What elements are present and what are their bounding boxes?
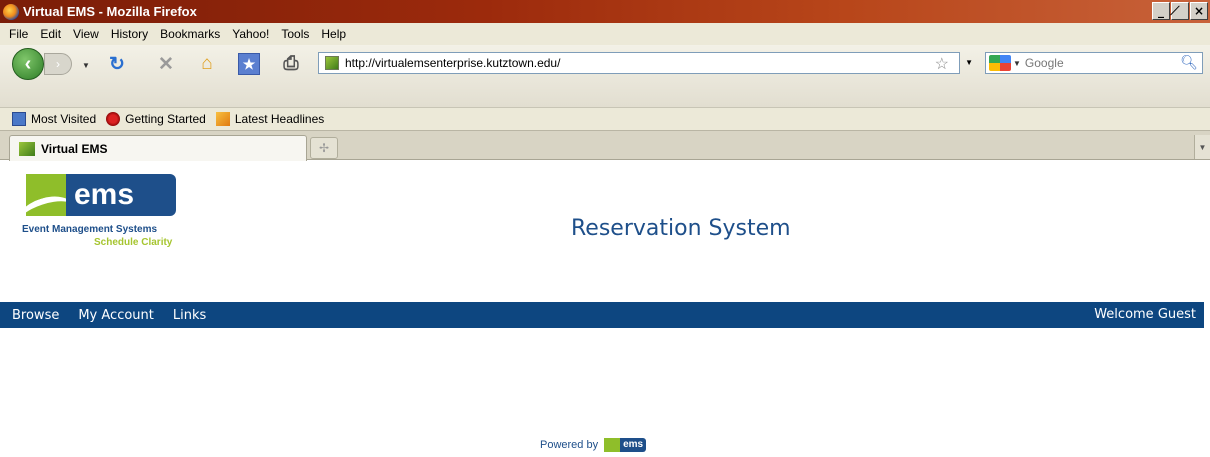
reload-icon[interactable]: ↻ [106,53,128,75]
window-titlebar: Virtual EMS - Mozilla Firefox _ ̸ × [0,0,1210,23]
most-visited-icon [12,112,26,126]
site-favicon-icon [325,56,339,70]
nav-link-my-account[interactable]: My Account [78,308,154,323]
logo-text: ems [66,174,176,216]
menu-help[interactable]: Help [321,27,346,41]
rss-feed-icon [215,112,230,126]
search-placeholder: Google [1024,56,1064,70]
search-engine-dropdown-icon[interactable]: ▼ [1013,59,1021,68]
bookmarks-toolbar: Most Visited Getting Started Latest Head… [0,107,1210,130]
footer-ems-logo[interactable]: ems [604,438,647,452]
menu-tools[interactable]: Tools [281,27,309,41]
close-button[interactable]: × [1190,2,1208,20]
url-text: http://virtualemsenterprise.kutztown.edu… [345,56,561,70]
bookmark-getting-started[interactable]: Getting Started [106,112,206,126]
site-nav-bar: Browse My Account Links Welcome Guest [0,302,1204,328]
menu-bookmarks[interactable]: Bookmarks [160,27,220,41]
bookmark-label: Getting Started [125,112,206,126]
forward-button[interactable]: › [44,53,72,75]
plus-icon: ✢ [318,141,330,155]
bookmark-page-star-icon[interactable]: ☆ [935,54,949,74]
ems-logo[interactable]: ems Event Management Systems Schedule Cl… [22,174,182,259]
stop-icon[interactable]: ✕ [155,53,177,75]
tab-list-dropdown-icon[interactable]: ▼ [1194,135,1210,159]
starburst-icon [26,174,66,216]
url-bar[interactable]: http://virtualemsenterprise.kutztown.edu… [318,52,973,74]
back-button[interactable]: ‹ [12,48,44,80]
menu-yahoo[interactable]: Yahoo! [232,27,269,41]
bookmark-star-icon[interactable]: ★ [238,53,260,75]
firefox-icon [3,3,19,20]
window-controls: _ ̸ × [1152,2,1208,20]
maximize-button[interactable]: ̸ [1171,2,1189,20]
tab-label: Virtual EMS [41,141,108,156]
footer-logo-text: ems [620,438,647,452]
back-arrow-icon: ‹ [24,52,32,75]
tab-strip: Virtual EMS ✢ ▼ [0,130,1210,161]
menu-edit[interactable]: Edit [40,27,61,41]
nav-link-links[interactable]: Links [173,308,206,323]
minimize-button[interactable]: _ [1152,2,1170,20]
history-dropdown-icon[interactable]: ▼ [82,61,90,70]
search-box[interactable]: ▼ Google 🔍︎ [985,52,1203,74]
nav-link-browse[interactable]: Browse [12,308,59,323]
bookmark-latest-headlines[interactable]: Latest Headlines [215,112,325,126]
print-icon[interactable]: ⎙ [280,53,302,75]
menu-bar: File Edit View History Bookmarks Yahoo! … [0,23,1210,45]
bookmark-most-visited[interactable]: Most Visited [12,112,96,126]
logo-subtitle: Event Management Systems [22,224,158,235]
menu-view[interactable]: View [73,27,99,41]
google-icon[interactable] [989,55,1011,71]
bookmark-label: Most Visited [31,112,97,126]
page-title: Reservation System [571,216,791,241]
bookmark-label: Latest Headlines [234,112,325,126]
tab-virtual-ems[interactable]: Virtual EMS [9,135,307,161]
url-dropdown-icon[interactable]: ▼ [965,58,973,67]
tab-favicon-icon [19,141,35,156]
home-icon[interactable]: ⌂ [196,53,218,75]
new-tab-button[interactable]: ✢ [310,137,338,159]
powered-by-footer: Powered by ems [540,438,647,452]
page-content: ems Event Management Systems Schedule Cl… [0,162,1210,457]
welcome-text: Welcome Guest [1094,307,1196,322]
navigation-toolbar: ‹ › ▼ ↻ ✕ ⌂ ★ ⎙ http://virtualemsenterpr… [0,45,1210,107]
powered-by-text: Powered by [540,439,599,451]
logo-mark: ems [26,174,176,216]
menu-file[interactable]: File [9,27,28,41]
getting-started-icon [106,112,121,126]
window-title: Virtual EMS - Mozilla Firefox [23,4,197,19]
logo-tagline: Schedule Clarity [94,237,173,248]
search-icon[interactable]: 🔍︎ [1180,54,1198,71]
menu-history[interactable]: History [111,27,148,41]
forward-arrow-icon: › [56,57,60,71]
footer-starburst-icon [604,438,621,452]
